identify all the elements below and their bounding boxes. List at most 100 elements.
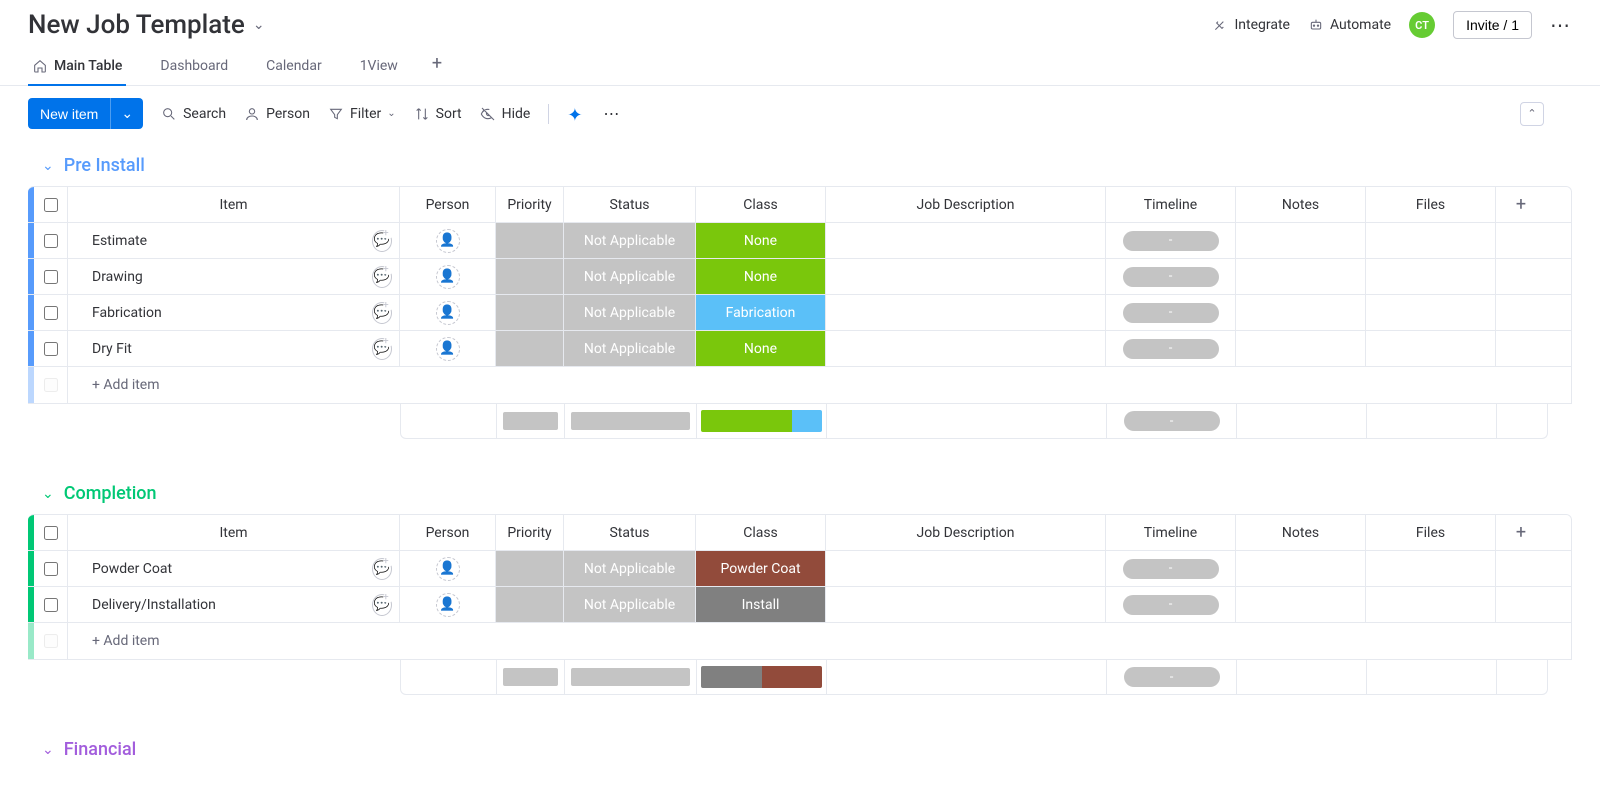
notes-cell[interactable]	[1236, 259, 1366, 294]
person-cell[interactable]: 👤	[400, 259, 496, 294]
column-header-priority[interactable]: Priority	[496, 187, 564, 222]
chevron-down-icon[interactable]: ⌄	[110, 98, 143, 129]
timeline-cell[interactable]: -	[1106, 587, 1236, 622]
priority-cell[interactable]	[496, 295, 564, 330]
integrate-button[interactable]: Integrate	[1212, 17, 1290, 33]
files-cell[interactable]	[1366, 223, 1496, 258]
row-select-cell[interactable]	[34, 587, 68, 622]
timeline-cell[interactable]: -	[1106, 223, 1236, 258]
jobdesc-cell[interactable]	[826, 223, 1106, 258]
jobdesc-cell[interactable]	[826, 295, 1106, 330]
column-header-timeline[interactable]: Timeline	[1106, 515, 1236, 550]
group-header[interactable]: ⌄Pre Install	[28, 141, 1572, 186]
files-cell[interactable]	[1366, 587, 1496, 622]
select-all-checkbox[interactable]	[44, 526, 58, 540]
priority-cell[interactable]	[496, 223, 564, 258]
tab-1view[interactable]: 1View	[356, 50, 402, 86]
notes-cell[interactable]	[1236, 551, 1366, 586]
more-options-button[interactable]: ⋯	[1550, 13, 1572, 37]
select-all-checkbox[interactable]	[44, 198, 58, 212]
add-item-label[interactable]: + Add item	[68, 623, 1571, 659]
avatar[interactable]: CT	[1409, 12, 1435, 38]
jobdesc-cell[interactable]	[826, 259, 1106, 294]
group-header[interactable]: ⌄Completion	[28, 469, 1572, 514]
column-header-class[interactable]: Class	[696, 515, 826, 550]
notes-cell[interactable]	[1236, 223, 1366, 258]
files-cell[interactable]	[1366, 295, 1496, 330]
row-checkbox[interactable]	[44, 562, 58, 576]
search-button[interactable]: Search	[161, 106, 226, 122]
item-name-cell[interactable]: Estimate	[68, 223, 364, 258]
person-cell[interactable]: 👤	[400, 295, 496, 330]
item-name-cell[interactable]: Delivery/Installation	[68, 587, 364, 622]
class-cell[interactable]: None	[696, 331, 826, 366]
sort-button[interactable]: Sort	[414, 106, 462, 122]
open-conversation-button[interactable]: 💬	[364, 551, 400, 586]
notes-cell[interactable]	[1236, 587, 1366, 622]
notes-cell[interactable]	[1236, 331, 1366, 366]
row-select-cell[interactable]	[34, 223, 68, 258]
group-header[interactable]: ⌄Financial	[28, 725, 1572, 770]
priority-cell[interactable]	[496, 331, 564, 366]
jobdesc-cell[interactable]	[826, 551, 1106, 586]
item-name-cell[interactable]: Fabrication	[68, 295, 364, 330]
column-header-person[interactable]: Person	[400, 515, 496, 550]
person-cell[interactable]: 👤	[400, 587, 496, 622]
column-header-item[interactable]: Item	[68, 515, 400, 550]
class-cell[interactable]: Powder Coat	[696, 551, 826, 586]
class-cell[interactable]: None	[696, 259, 826, 294]
column-header-person[interactable]: Person	[400, 187, 496, 222]
new-item-button[interactable]: New item ⌄	[28, 98, 143, 129]
row-select-cell[interactable]	[34, 551, 68, 586]
class-cell[interactable]: Install	[696, 587, 826, 622]
column-header-jobdesc[interactable]: Job Description	[826, 515, 1106, 550]
timeline-cell[interactable]: -	[1106, 259, 1236, 294]
add-view-button[interactable]: +	[432, 53, 442, 82]
tab-dashboard[interactable]: Dashboard	[156, 50, 232, 86]
column-header-jobdesc[interactable]: Job Description	[826, 187, 1106, 222]
person-cell[interactable]: 👤	[400, 331, 496, 366]
notes-cell[interactable]	[1236, 295, 1366, 330]
person-cell[interactable]: 👤	[400, 551, 496, 586]
tab-main-table[interactable]: Main Table	[28, 50, 126, 86]
status-cell[interactable]: Not Applicable	[564, 551, 696, 586]
column-header-status[interactable]: Status	[564, 515, 696, 550]
row-checkbox[interactable]	[44, 342, 58, 356]
status-cell[interactable]: Not Applicable	[564, 223, 696, 258]
files-cell[interactable]	[1366, 551, 1496, 586]
toolbar-more-button[interactable]: ⋯	[603, 104, 621, 123]
jobdesc-cell[interactable]	[826, 331, 1106, 366]
select-all-cell[interactable]	[34, 187, 68, 222]
column-header-item[interactable]: Item	[68, 187, 400, 222]
person-filter-button[interactable]: Person	[244, 106, 310, 122]
column-header-priority[interactable]: Priority	[496, 515, 564, 550]
priority-cell[interactable]	[496, 587, 564, 622]
timeline-cell[interactable]: -	[1106, 331, 1236, 366]
collapse-toolbar-button[interactable]: ⌃	[1520, 102, 1544, 126]
files-cell[interactable]	[1366, 259, 1496, 294]
column-header-status[interactable]: Status	[564, 187, 696, 222]
add-column-button[interactable]: +	[1496, 515, 1546, 550]
priority-cell[interactable]	[496, 259, 564, 294]
item-name-cell[interactable]: Dry Fit	[68, 331, 364, 366]
select-all-cell[interactable]	[34, 515, 68, 550]
column-header-timeline[interactable]: Timeline	[1106, 187, 1236, 222]
column-header-notes[interactable]: Notes	[1236, 187, 1366, 222]
row-select-cell[interactable]	[34, 295, 68, 330]
row-select-cell[interactable]	[34, 259, 68, 294]
person-cell[interactable]: 👤	[400, 223, 496, 258]
class-cell[interactable]: Fabrication	[696, 295, 826, 330]
status-cell[interactable]: Not Applicable	[564, 259, 696, 294]
status-cell[interactable]: Not Applicable	[564, 331, 696, 366]
class-cell[interactable]: None	[696, 223, 826, 258]
item-name-cell[interactable]: Drawing	[68, 259, 364, 294]
priority-cell[interactable]	[496, 551, 564, 586]
row-checkbox[interactable]	[44, 306, 58, 320]
column-header-class[interactable]: Class	[696, 187, 826, 222]
timeline-cell[interactable]: -	[1106, 295, 1236, 330]
column-header-files[interactable]: Files	[1366, 515, 1496, 550]
column-header-notes[interactable]: Notes	[1236, 515, 1366, 550]
open-conversation-button[interactable]: 💬	[364, 331, 400, 366]
add-column-button[interactable]: +	[1496, 187, 1546, 222]
row-checkbox[interactable]	[44, 234, 58, 248]
